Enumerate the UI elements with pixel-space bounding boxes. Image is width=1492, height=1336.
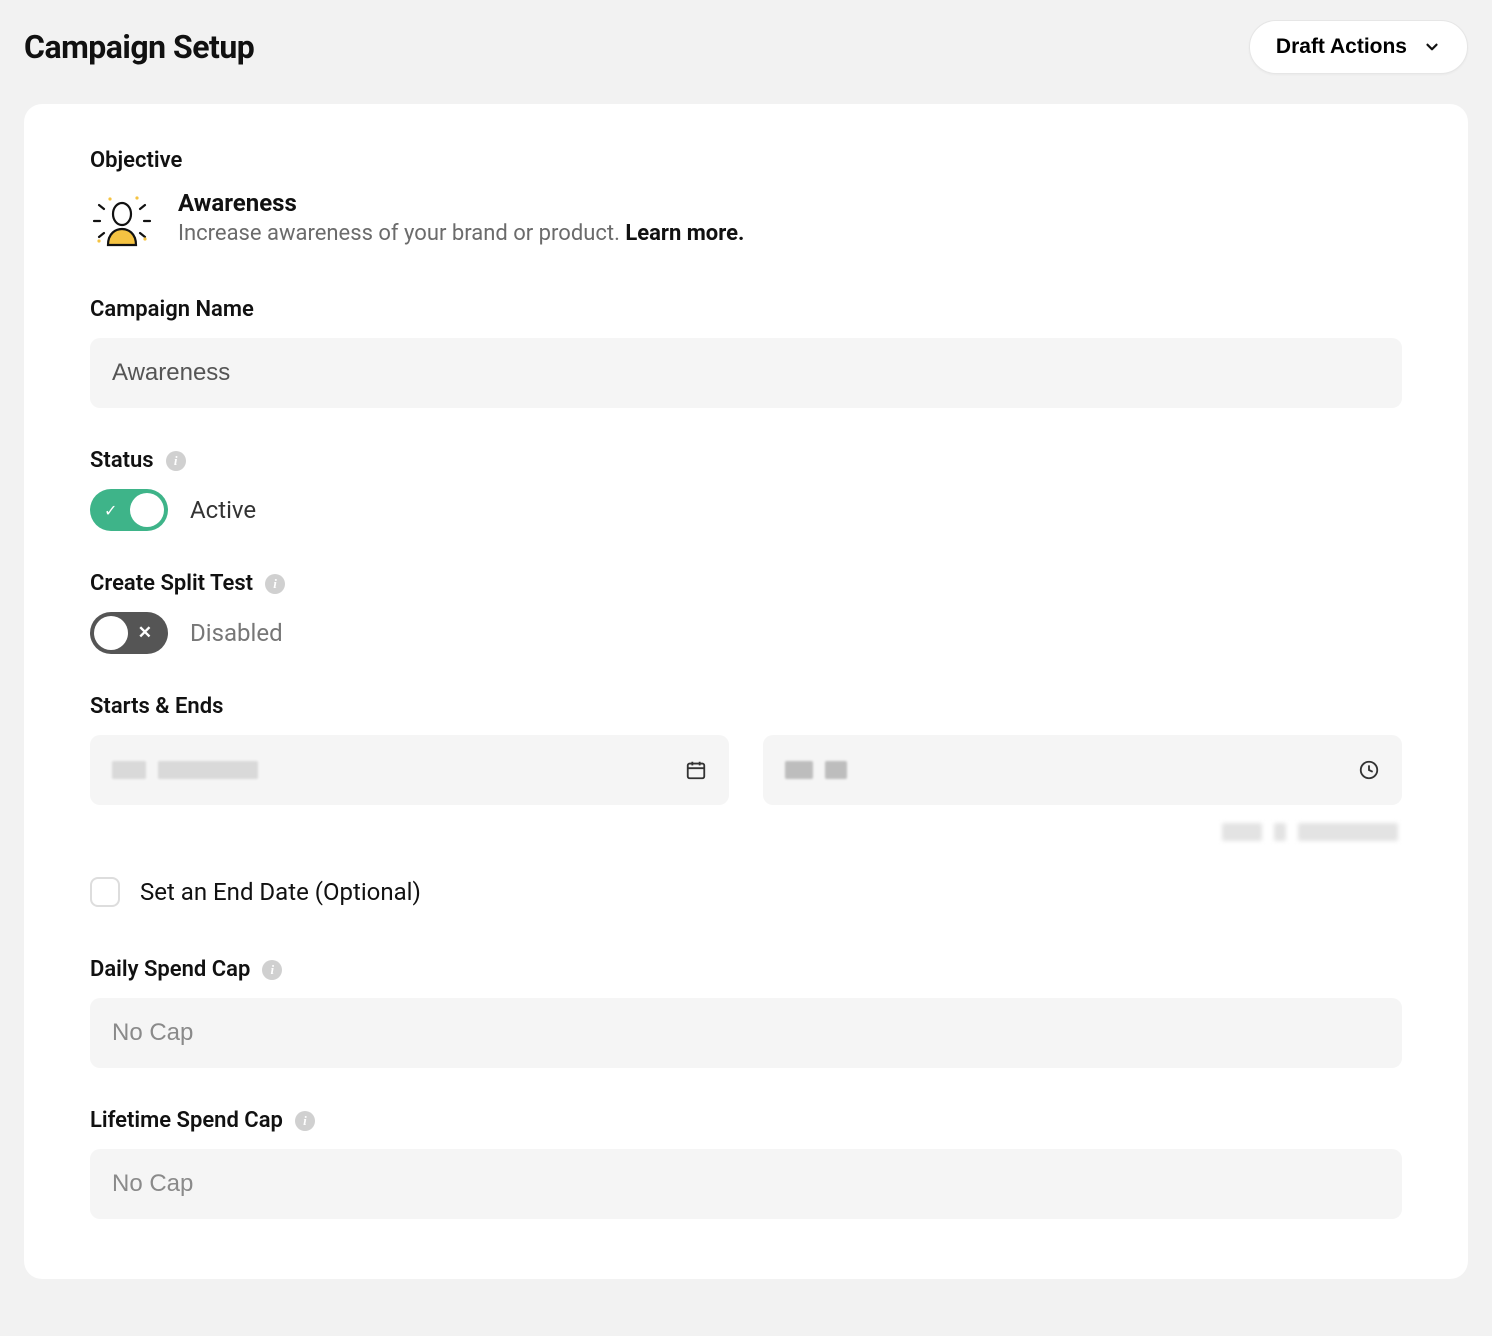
split-test-text: Disabled	[190, 619, 283, 647]
info-icon[interactable]: i	[262, 960, 282, 980]
status-label: Status	[90, 448, 154, 473]
status-toggle[interactable]: ✓	[90, 489, 168, 531]
set-end-date-checkbox[interactable]	[90, 877, 120, 907]
info-icon[interactable]: i	[166, 451, 186, 471]
start-time-input[interactable]	[763, 735, 1402, 805]
set-end-date-label: Set an End Date (Optional)	[140, 878, 421, 906]
clock-icon	[1358, 759, 1380, 781]
lifetime-cap-input[interactable]	[90, 1149, 1402, 1219]
chevron-down-icon	[1423, 38, 1441, 56]
awareness-icon	[90, 189, 154, 253]
timezone-text	[90, 823, 1402, 841]
campaign-setup-card: Objective Awareness Increase awareness o…	[24, 104, 1468, 1279]
redacted-time-value	[785, 761, 847, 779]
lifetime-cap-label: Lifetime Spend Cap	[90, 1108, 283, 1133]
x-icon: ✕	[138, 623, 152, 643]
schedule-label: Starts & Ends	[90, 694, 1402, 719]
campaign-name-input[interactable]	[90, 338, 1402, 408]
objective-description: Increase awareness of your brand or prod…	[178, 221, 744, 246]
objective-description-text: Increase awareness of your brand or prod…	[178, 221, 625, 246]
info-icon[interactable]: i	[265, 574, 285, 594]
split-test-label: Create Split Test	[90, 571, 253, 596]
daily-cap-label: Daily Spend Cap	[90, 957, 250, 982]
calendar-icon	[685, 759, 707, 781]
draft-actions-label: Draft Actions	[1276, 35, 1407, 59]
draft-actions-button[interactable]: Draft Actions	[1249, 20, 1468, 74]
redacted-date-value	[112, 761, 258, 779]
learn-more-link[interactable]: Learn more.	[625, 221, 744, 246]
check-icon: ✓	[104, 501, 117, 520]
split-test-toggle[interactable]: ✕	[90, 612, 168, 654]
campaign-name-label: Campaign Name	[90, 297, 1402, 322]
objective-label: Objective	[90, 148, 1402, 173]
status-text: Active	[190, 496, 256, 524]
start-date-input[interactable]	[90, 735, 729, 805]
daily-cap-input[interactable]	[90, 998, 1402, 1068]
info-icon[interactable]: i	[295, 1111, 315, 1131]
page-title: Campaign Setup	[24, 28, 254, 66]
objective-title: Awareness	[178, 189, 744, 217]
